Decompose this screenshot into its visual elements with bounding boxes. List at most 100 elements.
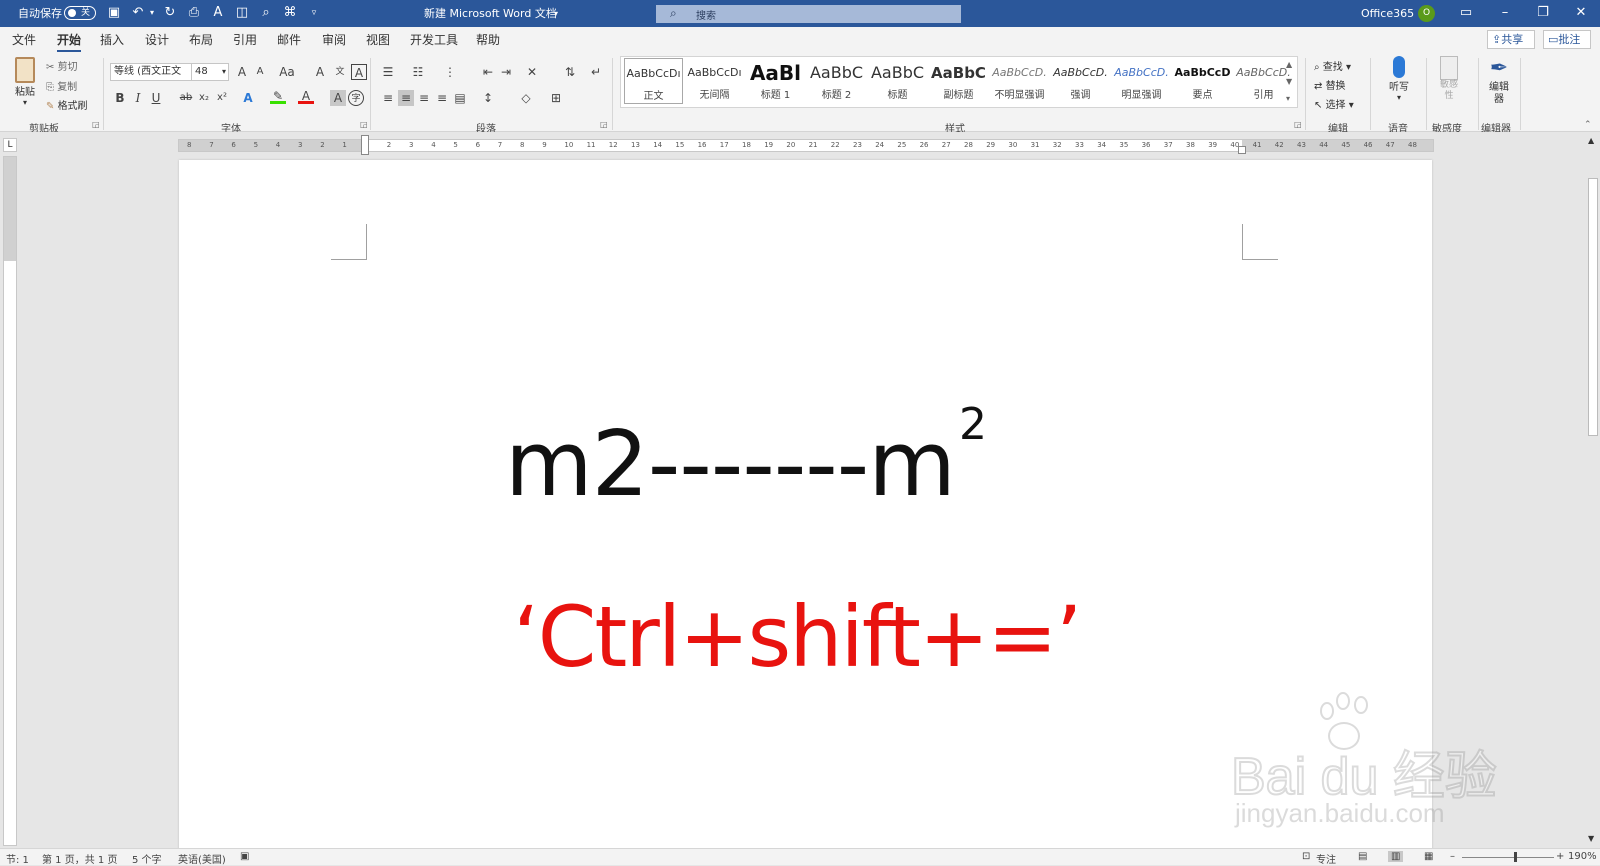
document-title[interactable]: 新建 Microsoft Word 文档 bbox=[424, 0, 557, 27]
save-icon[interactable]: ▣ bbox=[106, 5, 122, 21]
scroll-thumb[interactable] bbox=[1588, 178, 1598, 436]
paste-button[interactable]: 粘贴 ▾ bbox=[10, 57, 40, 113]
status-focus[interactable]: 专注 bbox=[1316, 851, 1336, 866]
zoom-out-icon[interactable]: – bbox=[1450, 851, 1455, 862]
customize-toolbar-icon[interactable]: ▿ bbox=[306, 5, 322, 21]
macro-record-icon[interactable]: ▣ bbox=[240, 851, 249, 862]
character-border-icon[interactable]: A bbox=[351, 64, 367, 80]
tab-file[interactable]: 文件 bbox=[12, 31, 36, 48]
copy-button[interactable]: ⎘ 复制 bbox=[46, 78, 77, 93]
clipboard-launcher-icon[interactable]: ◲ bbox=[92, 120, 100, 129]
zoom-slider-thumb[interactable] bbox=[1514, 852, 1517, 862]
print-layout-icon[interactable]: ▥ bbox=[1388, 851, 1404, 862]
paragraph-launcher-icon[interactable]: ◲ bbox=[600, 120, 608, 129]
tab-review[interactable]: 审阅 bbox=[322, 31, 346, 48]
document-line-2[interactable]: ‘Ctrl+shift+=’ bbox=[513, 582, 1082, 692]
document-page[interactable]: m2-------m2 ‘Ctrl+shift+=’ Bai du 经验 jin… bbox=[179, 160, 1498, 850]
align-left-icon[interactable]: ≡ bbox=[380, 90, 396, 106]
document-line-1[interactable]: m2-------m2 bbox=[505, 399, 987, 520]
align-right-icon[interactable]: ≡ bbox=[416, 90, 432, 106]
bold-button[interactable]: B bbox=[112, 90, 128, 106]
style-item[interactable]: AaBl 标题 1 bbox=[746, 58, 805, 104]
character-shading-icon[interactable]: A bbox=[330, 90, 346, 106]
borders-icon[interactable]: ⊞ bbox=[548, 90, 564, 106]
account-name[interactable]: Office365 bbox=[1361, 0, 1414, 27]
tab-view[interactable]: 视图 bbox=[366, 31, 390, 48]
status-section[interactable]: 节: 1 bbox=[6, 851, 29, 866]
find-icon[interactable]: ⌕ bbox=[258, 5, 274, 21]
change-case-button[interactable]: Aa bbox=[276, 64, 298, 80]
gallery-down-icon[interactable]: ▼ bbox=[1286, 77, 1292, 86]
right-indent-marker[interactable] bbox=[1238, 146, 1246, 154]
format-painter-button[interactable]: ✎ 格式刷 bbox=[46, 97, 88, 112]
gallery-more-icon[interactable]: ▾ bbox=[1286, 94, 1290, 103]
enclose-characters-icon[interactable]: 字 bbox=[348, 90, 364, 106]
share-button[interactable]: ⇪共享 bbox=[1487, 30, 1535, 49]
line-spacing-icon[interactable]: ↕ bbox=[480, 90, 496, 106]
multilevel-list-icon[interactable]: ⋮ bbox=[442, 64, 458, 80]
autosave-toggle[interactable]: 关 bbox=[64, 6, 96, 20]
undo-dropdown-icon[interactable]: ▾ bbox=[144, 5, 160, 21]
italic-button[interactable]: I bbox=[130, 90, 146, 106]
style-item[interactable]: AaBbCcD. 明显强调 bbox=[1112, 58, 1171, 104]
style-item[interactable]: AaBbCcD. 引用 bbox=[1234, 58, 1293, 104]
chinese-layout-icon[interactable]: ✕ bbox=[524, 64, 540, 80]
tab-home[interactable]: 开始 bbox=[57, 31, 82, 53]
zoom-level[interactable]: 190% bbox=[1568, 851, 1597, 862]
search-box[interactable]: ⌕ 搜索 bbox=[656, 5, 961, 23]
dictate-button[interactable]: 听写 ▾ bbox=[1384, 56, 1414, 102]
font-color-icon[interactable]: A bbox=[298, 88, 314, 104]
subscript-button[interactable]: x₂ bbox=[196, 90, 212, 106]
vertical-ruler[interactable] bbox=[3, 156, 17, 846]
sort-icon[interactable]: ⇅ bbox=[562, 64, 578, 80]
bullets-icon[interactable]: ☰ bbox=[380, 64, 396, 80]
clear-formatting-icon[interactable]: A bbox=[312, 64, 328, 80]
zoom-in-icon[interactable]: + bbox=[1556, 851, 1564, 862]
web-layout-icon[interactable]: ▦ bbox=[1424, 851, 1433, 862]
cut-button[interactable]: ✂ 剪切 bbox=[46, 58, 78, 73]
font-launcher-icon[interactable]: ◲ bbox=[360, 120, 368, 129]
hierarchy-icon[interactable]: ⌘ bbox=[282, 5, 298, 21]
increase-indent-icon[interactable]: ⇥ bbox=[498, 64, 514, 80]
tab-references[interactable]: 引用 bbox=[233, 31, 257, 48]
replace-button[interactable]: ⇄ 替换 bbox=[1314, 77, 1346, 92]
strikethrough-button[interactable]: ab bbox=[178, 90, 194, 106]
numbering-icon[interactable]: ☷ bbox=[410, 64, 426, 80]
grow-font-icon[interactable]: A bbox=[234, 64, 250, 80]
shrink-font-icon[interactable]: A bbox=[252, 64, 268, 80]
style-item[interactable]: AaBbC 标题 bbox=[868, 58, 927, 104]
screenshot-icon[interactable]: ◫ bbox=[234, 5, 250, 21]
decrease-indent-icon[interactable]: ⇤ bbox=[480, 64, 496, 80]
distributed-icon[interactable]: ▤ bbox=[452, 90, 468, 106]
tab-insert[interactable]: 插入 bbox=[100, 31, 124, 48]
print-preview-icon[interactable]: ⎙ bbox=[186, 5, 202, 21]
show-marks-icon[interactable]: ↵ bbox=[588, 64, 604, 80]
tab-selector[interactable]: L bbox=[3, 138, 17, 152]
select-button[interactable]: ↖ 选择 ▾ bbox=[1314, 96, 1354, 111]
shading-icon[interactable]: ◇ bbox=[518, 90, 534, 106]
status-words[interactable]: 5 个字 bbox=[132, 851, 162, 866]
align-center-icon[interactable]: ≡ bbox=[398, 90, 414, 106]
tab-design[interactable]: 设计 bbox=[145, 31, 169, 48]
style-item[interactable]: AaBbC 副标题 bbox=[929, 58, 988, 104]
restore-icon[interactable]: ❐ bbox=[1535, 5, 1551, 21]
comments-button[interactable]: ▭批注 bbox=[1543, 30, 1591, 49]
font-size-select[interactable]: 48 ▾ bbox=[191, 63, 229, 81]
text-effects-icon[interactable]: A bbox=[240, 90, 256, 106]
style-item[interactable]: AaBbCcD. 不明显强调 bbox=[990, 58, 1049, 104]
avatar[interactable]: O bbox=[1418, 5, 1435, 22]
status-page[interactable]: 第 1 页，共 1 页 bbox=[42, 851, 117, 866]
highlight-icon[interactable]: ✎ bbox=[270, 88, 286, 104]
status-language[interactable]: 英语(美国) bbox=[178, 851, 226, 866]
font-name-select[interactable]: 等线 (西文正文 bbox=[110, 63, 192, 81]
underline-button[interactable]: U bbox=[148, 90, 164, 106]
tab-developer[interactable]: 开发工具 bbox=[410, 31, 458, 48]
gallery-up-icon[interactable]: ▲ bbox=[1286, 60, 1292, 69]
styles-launcher-icon[interactable]: ◲ bbox=[1294, 120, 1302, 129]
style-item[interactable]: AaBbCcD. 强调 bbox=[1051, 58, 1110, 104]
focus-icon[interactable]: ⊡ bbox=[1302, 851, 1310, 862]
style-item[interactable]: AaBbC 标题 2 bbox=[807, 58, 866, 104]
style-item[interactable]: AaBbCcDı 正文 bbox=[624, 58, 683, 104]
scroll-up-icon[interactable]: ▲ bbox=[1588, 136, 1594, 145]
editor-button[interactable]: ✒ 编辑器 bbox=[1484, 56, 1514, 106]
